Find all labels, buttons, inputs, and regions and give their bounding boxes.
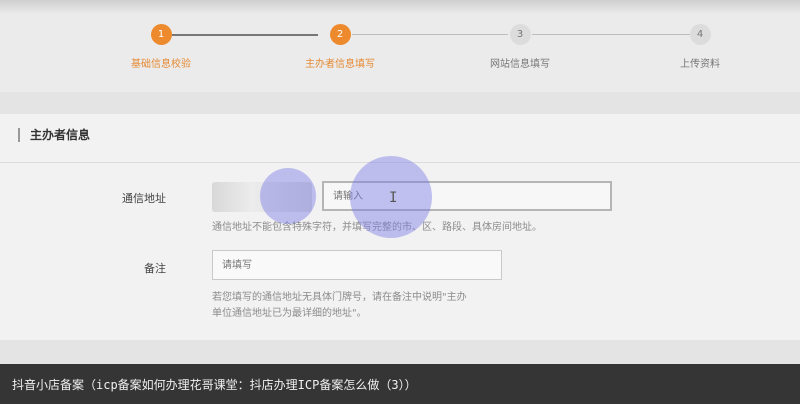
click-highlight-small	[260, 168, 316, 224]
step-3-label: 网站信息填写	[490, 59, 550, 70]
step-1-number: 1	[150, 24, 172, 45]
step-3-number: 3	[509, 24, 531, 45]
top-shade	[0, 0, 800, 14]
step-4-number: 4	[689, 24, 711, 45]
section-gap	[0, 92, 800, 114]
remark-hint-line-2: 单位通信地址已为最详细的地址"。	[212, 308, 367, 319]
step-2[interactable]: 2 主办者信息填写	[270, 24, 410, 70]
text-cursor-icon: I	[389, 190, 398, 206]
step-1[interactable]: 1 基础信息校验	[91, 24, 231, 70]
video-caption: 抖音小店备案（icp备案如何办理花哥课堂：抖店办理ICP备案怎么做（3））	[0, 364, 800, 404]
progress-steps: 1 基础信息校验 2 主办者信息填写 3 网站信息填写 4 上传资料	[0, 14, 800, 86]
step-1-label: 基础信息校验	[131, 59, 191, 70]
step-2-label: 主办者信息填写	[305, 59, 375, 70]
section-title: 主办者信息	[18, 128, 90, 142]
step-3[interactable]: 3 网站信息填写	[450, 24, 590, 70]
remark-label: 备注	[144, 262, 166, 275]
step-4[interactable]: 4 上传资料	[630, 24, 770, 70]
address-label: 通信地址	[122, 192, 166, 205]
bottom-band	[0, 340, 800, 364]
remark-hint-line-1: 若您填写的通信地址无具体门牌号，请在备注中说明"主办	[212, 292, 467, 303]
step-2-number: 2	[329, 24, 351, 45]
remark-input[interactable]	[212, 250, 502, 280]
step-4-label: 上传资料	[680, 59, 720, 70]
